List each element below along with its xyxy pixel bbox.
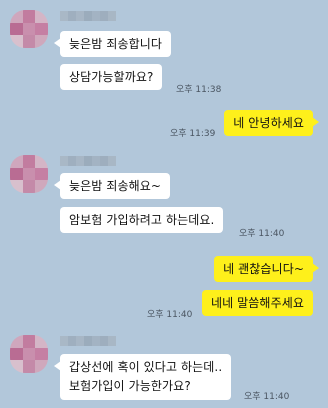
message-bubble-incoming[interactable]: 상담가능할까요?	[60, 64, 163, 90]
message-timestamp: 오후 11:40	[239, 229, 285, 239]
message-bubble-incoming[interactable]: 갑상선에 혹이 있다고 하는데.. 보험가입이 가능한가요?	[53, 354, 232, 400]
message-bubble-outgoing[interactable]: 네 괜찮습니다~	[214, 256, 319, 282]
sender-name-blurred	[60, 336, 116, 346]
message-bubble-incoming[interactable]: 암보험 가입하려고 하는데요.	[60, 207, 224, 233]
message-text: 네 괜찮습니다~	[223, 262, 304, 276]
sender-name-blurred	[60, 11, 116, 21]
message-bubble-outgoing[interactable]: 네네 말씀해주세요	[201, 290, 313, 316]
message-timestamp: 오후 11:38	[176, 85, 222, 95]
message-text-line: 보험가입이 가능한가요?	[69, 379, 191, 393]
chat-window: 늦은밤 죄송합니다 상담가능할까요? 오후 11:38 오후 11:39 네 안…	[0, 0, 328, 408]
message-text: 네네 말씀해주세요	[210, 296, 304, 310]
sender-avatar[interactable]	[10, 155, 48, 193]
message-bubble-incoming[interactable]: 늦은밤 죄송합니다	[53, 31, 172, 57]
message-text: 네 안녕하세요	[233, 116, 304, 130]
message-timestamp: 오후 11:39	[170, 129, 216, 139]
message-text: 상담가능할까요?	[69, 70, 154, 84]
message-text: 늦은밤 죄송합니다	[69, 37, 163, 51]
sender-avatar[interactable]	[10, 335, 48, 373]
message-bubble-incoming[interactable]: 늦은밤 죄송해요~	[53, 173, 171, 199]
message-timestamp: 오후 11:40	[244, 392, 290, 402]
sender-avatar[interactable]	[10, 10, 48, 48]
message-text-line: 갑상선에 혹이 있다고 하는데..	[69, 360, 223, 374]
message-text: 늦은밤 죄송해요~	[69, 179, 162, 193]
sender-name-blurred	[60, 156, 116, 166]
message-bubble-outgoing[interactable]: 네 안녕하세요	[224, 110, 319, 136]
message-timestamp: 오후 11:40	[147, 310, 193, 320]
message-text: 암보험 가입하려고 하는데요.	[69, 213, 215, 227]
